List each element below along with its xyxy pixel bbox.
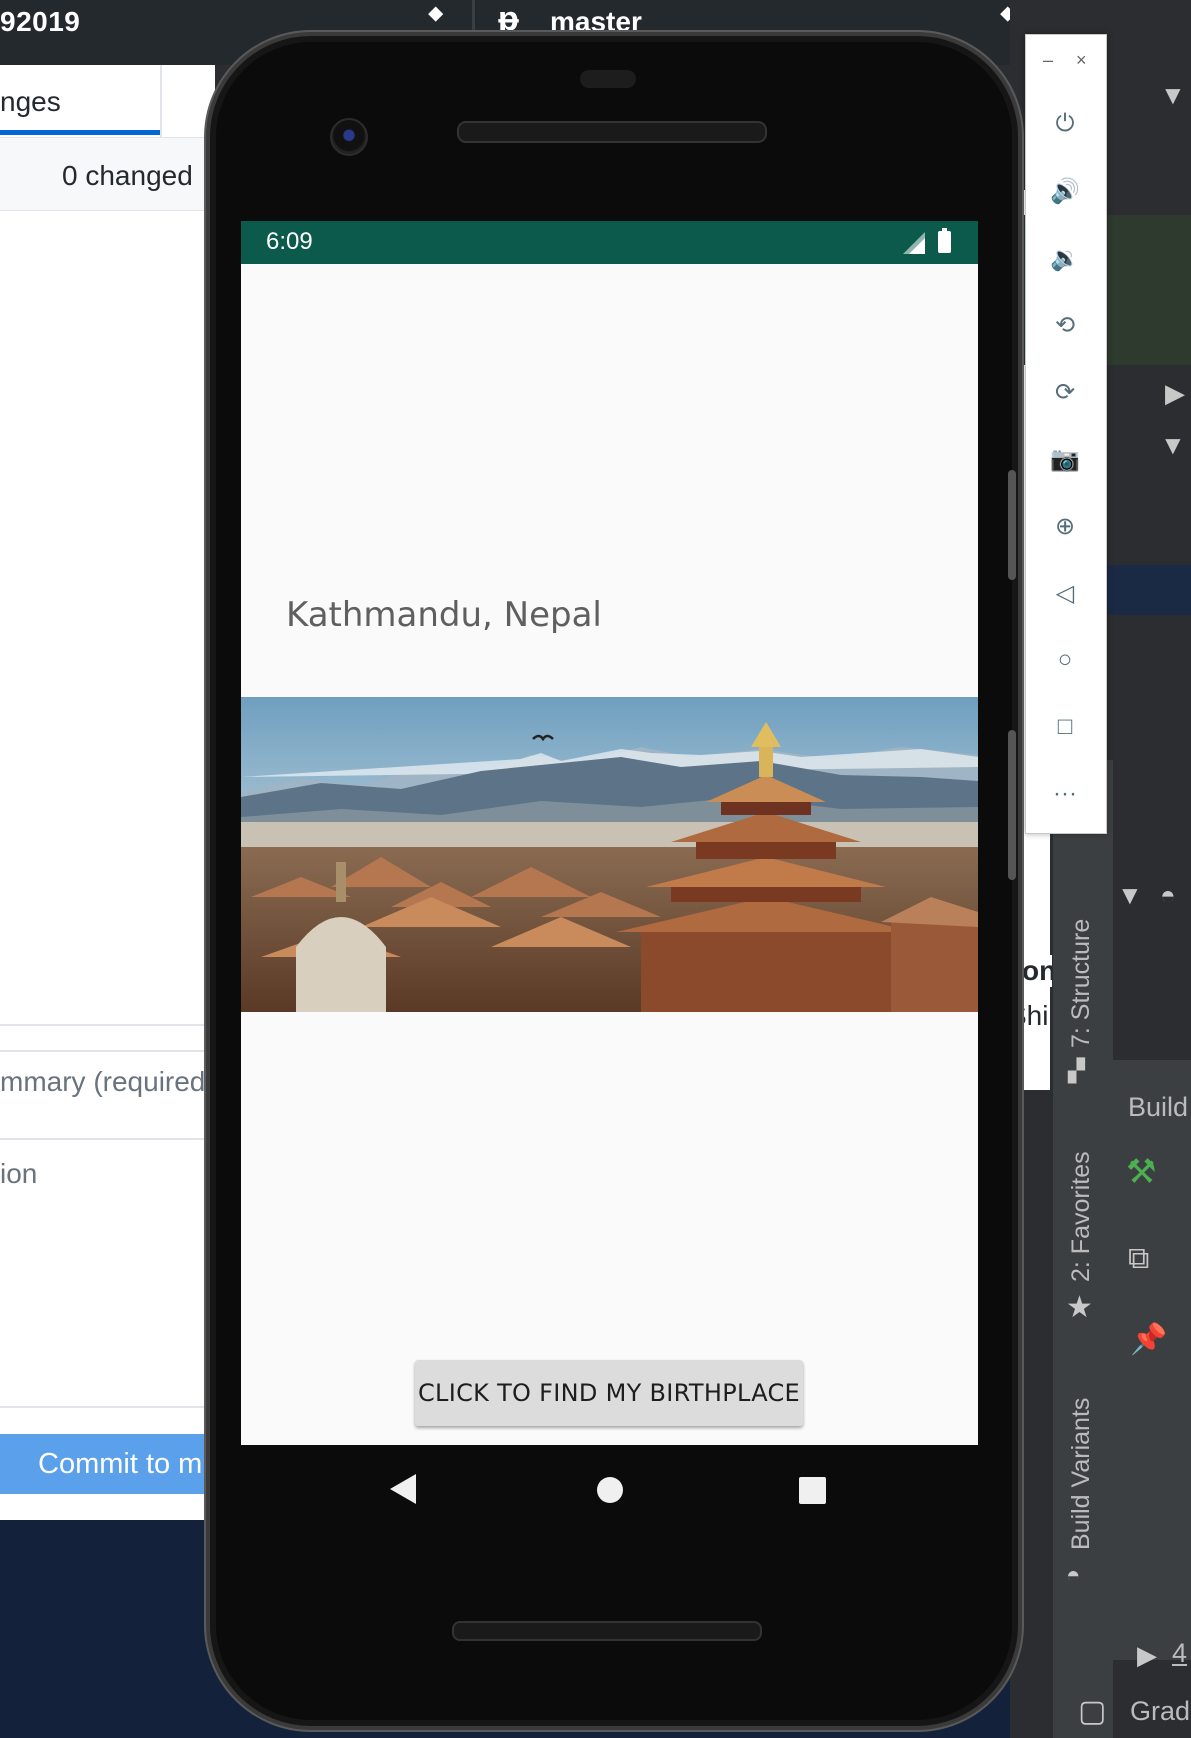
expand-arrow-icon[interactable]: ▼: [1160, 80, 1186, 111]
panel-icon: ▢: [1078, 1695, 1107, 1728]
nav-back-icon[interactable]: [390, 1474, 416, 1504]
repository-dropdown-icon[interactable]: ⬥: [428, 0, 443, 26]
restart-icon[interactable]: ⧉: [1128, 1242, 1149, 1276]
bottom-speaker: [452, 1621, 762, 1641]
tab-changes[interactable]: nges: [0, 86, 61, 118]
more-icon[interactable]: ···: [1045, 774, 1085, 814]
current-repository[interactable]: 92019: [0, 6, 80, 38]
volume-down-icon[interactable]: 🔉: [1045, 238, 1085, 278]
phone-power-button[interactable]: [1008, 470, 1016, 580]
status-time: 6:09: [266, 228, 313, 255]
rotate-right-icon[interactable]: ⟳: [1045, 372, 1085, 412]
tab-structure[interactable]: 7: Structure: [1067, 919, 1096, 1048]
tab-favorites[interactable]: 2: Favorites: [1067, 1151, 1096, 1282]
run-tab-label[interactable]: 4: [1172, 1638, 1187, 1669]
structure-icon: ▞: [1068, 1058, 1085, 1083]
changed-files-count: 0 changed: [62, 160, 193, 191]
run-icon[interactable]: ▶: [1137, 1640, 1157, 1671]
star-icon: ★: [1066, 1291, 1093, 1324]
hammer-icon[interactable]: ⚒: [1126, 1152, 1156, 1192]
tab-divider: [160, 65, 162, 137]
build-panel: [1112, 1060, 1191, 1660]
earpiece-speaker: [457, 121, 767, 143]
tab-active-indicator: [0, 130, 160, 135]
close-icon[interactable]: ×: [1076, 50, 1087, 71]
home-icon[interactable]: ○: [1045, 640, 1085, 680]
phone-sensor: [580, 70, 636, 88]
divider: [0, 1024, 215, 1026]
build-panel-title: Build: [1128, 1092, 1189, 1122]
power-icon[interactable]: ⏻: [1045, 104, 1085, 144]
phone-volume-button[interactable]: [1008, 730, 1016, 880]
overview-icon[interactable]: □: [1045, 707, 1085, 747]
volume-up-icon[interactable]: 🔊: [1045, 171, 1085, 211]
back-icon[interactable]: ◁: [1045, 573, 1085, 613]
nav-home-icon[interactable]: [597, 1477, 623, 1503]
commit-summary-placeholder: mmary (required: [0, 1066, 206, 1097]
camera-icon[interactable]: 📷: [1045, 439, 1085, 479]
expand-arrow-icon[interactable]: ▼: [1160, 430, 1186, 461]
battery-icon: [938, 231, 951, 253]
gradle-tab-label[interactable]: Grad: [1130, 1696, 1190, 1727]
find-birthplace-button[interactable]: CLICK TO FIND MY BIRTHPLACE: [415, 1360, 803, 1426]
pin-icon[interactable]: 📌: [1130, 1322, 1167, 1357]
zoom-icon[interactable]: ⊕: [1045, 506, 1085, 546]
city-label: Kathmandu, Nepal: [286, 595, 602, 635]
signal-icon: [903, 232, 925, 254]
editor-selection: [1100, 565, 1191, 615]
divider: [0, 1138, 215, 1140]
expand-arrow-icon[interactable]: ▼: [1117, 880, 1143, 911]
changes-panel: [0, 65, 215, 1520]
tab-build-variants[interactable]: Build Variants: [1067, 1398, 1096, 1550]
front-camera: [330, 118, 368, 156]
rotate-left-icon[interactable]: ⟲: [1045, 305, 1085, 345]
android-icon: ◓: [1066, 1562, 1081, 1589]
commit-description-placeholder[interactable]: ion: [0, 1158, 37, 1190]
collapse-arrow-icon[interactable]: ▶: [1165, 378, 1185, 409]
android-icon: ◓: [1160, 880, 1176, 910]
commit-button-label: Commit to m: [38, 1448, 203, 1480]
minimize-icon[interactable]: –: [1043, 50, 1053, 71]
status-bar: [241, 221, 978, 264]
divider: [0, 1406, 215, 1408]
kathmandu-photo: [241, 697, 978, 1012]
nav-recents-icon[interactable]: [799, 1477, 826, 1504]
